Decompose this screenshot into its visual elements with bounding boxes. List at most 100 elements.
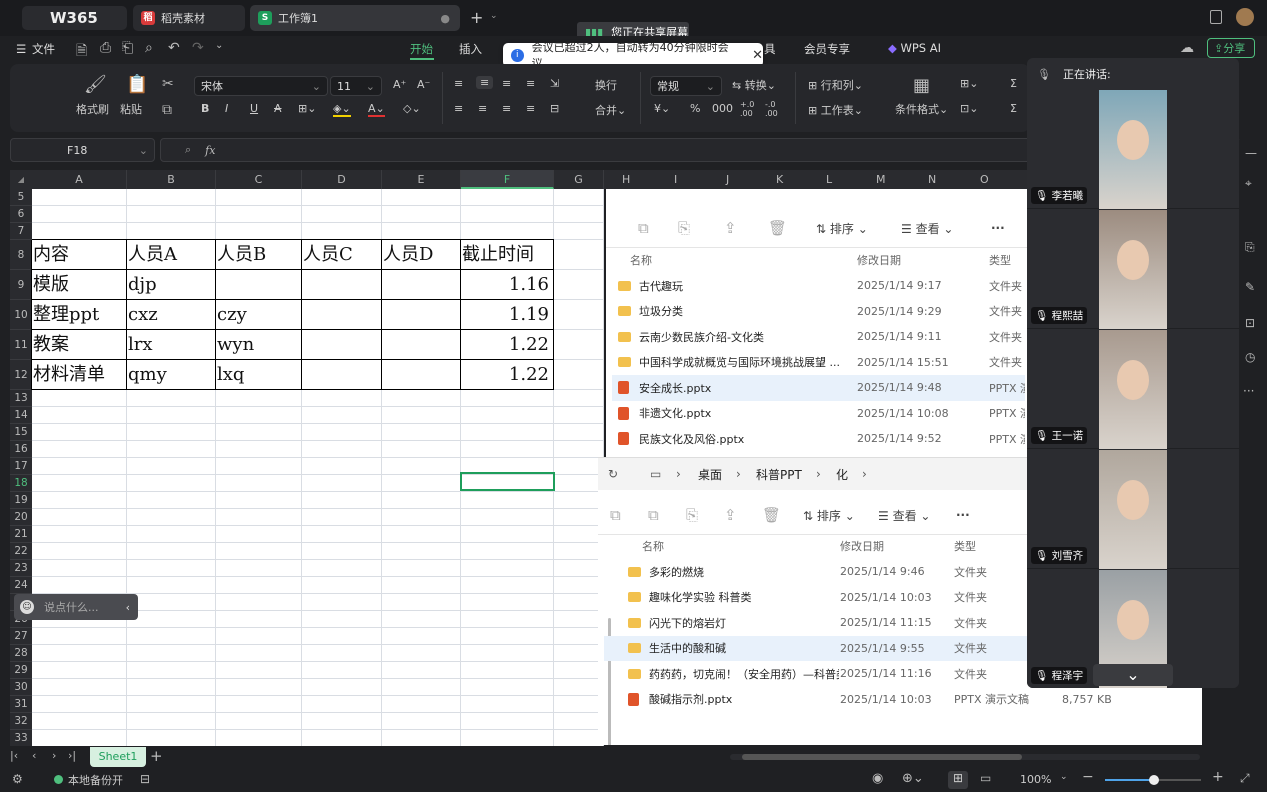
column-header[interactable]: E (382, 170, 461, 189)
share-icon[interactable]: ⇪ (724, 219, 737, 237)
tab-close-dot[interactable]: ● (440, 12, 450, 25)
cell[interactable]: lxq (217, 360, 297, 390)
last-sheet-icon[interactable]: ›| (68, 749, 76, 762)
rename-icon[interactable]: ⎘ (686, 506, 698, 524)
row-header[interactable]: 9 (10, 270, 32, 300)
column-header[interactable]: K (776, 173, 783, 186)
column-header[interactable]: A (32, 170, 127, 189)
thousands-icon[interactable]: 000 (712, 102, 733, 115)
convert-button[interactable]: ⇆ 转换⌄ (732, 77, 776, 93)
zoom-level[interactable]: 100% (1020, 773, 1051, 786)
cell[interactable]: wyn (217, 330, 297, 360)
cloud-upload-icon[interactable]: ☁ (1180, 40, 1194, 56)
clear-format-icon[interactable]: ◇⌄ (403, 102, 421, 115)
tab-list-chevron-icon[interactable]: ⌄ (490, 11, 498, 21)
active-cell-F18[interactable] (460, 472, 555, 491)
paste-button[interactable]: 粘贴 (120, 101, 142, 117)
file-row[interactable]: 垃圾分类 2025/1/14 9:29 文件夹 (612, 299, 1025, 325)
file-row[interactable]: 古代趣玩 2025/1/14 9:17 文件夹 (612, 273, 1025, 299)
share-icon[interactable]: ⇪ (724, 506, 737, 524)
select-icon[interactable]: ⌖ (1245, 176, 1252, 191)
align-right-icon[interactable]: ≡ (502, 102, 511, 115)
paste-icon[interactable]: 📋 (126, 74, 148, 95)
eye-protect-icon[interactable]: ◉ (872, 771, 883, 786)
row-header[interactable]: 30 (10, 679, 32, 696)
more-icon[interactable]: ··· (991, 221, 1005, 235)
row-header[interactable]: 33 (10, 730, 32, 746)
scroll-thumb[interactable] (742, 754, 1022, 760)
cell[interactable]: djp (128, 270, 211, 300)
filter-icon[interactable]: Σ (1010, 102, 1017, 115)
row-header[interactable]: 24 (10, 577, 32, 594)
more-chevron-icon[interactable]: ⌄ (215, 40, 223, 51)
chevron-left-icon[interactable]: ‹ (126, 601, 130, 614)
monitor-icon[interactable]: ▭ (650, 467, 661, 481)
cut-icon[interactable]: ✂ (162, 76, 174, 92)
focus-icon[interactable]: ⊕⌄ (902, 771, 924, 786)
share-button[interactable]: ⇪ 分享 (1207, 38, 1255, 58)
delete-icon[interactable]: 🗑 (762, 506, 781, 524)
view-button[interactable]: ☰ 查看 ⌄ (901, 220, 953, 237)
cell[interactable]: 整理ppt (33, 300, 122, 330)
zoom-slider[interactable] (1105, 775, 1201, 785)
horizontal-scrollbar[interactable] (730, 754, 1200, 760)
font-color-icon[interactable]: A⌄ (368, 102, 385, 117)
row-header[interactable]: 22 (10, 543, 32, 560)
cell[interactable]: 1.19 (462, 300, 549, 330)
copy-icon[interactable]: ⧉ (162, 102, 172, 118)
preview-icon[interactable]: ⌕ (145, 40, 153, 56)
history-icon[interactable]: ◷ (1245, 350, 1255, 364)
refresh-icon[interactable]: ↻ (608, 467, 618, 481)
cell[interactable]: 教案 (33, 330, 122, 360)
copy-icon[interactable]: ⧉ (638, 219, 649, 237)
column-header[interactable]: M (876, 173, 886, 186)
cell[interactable]: 1.22 (462, 330, 549, 360)
zoom-search-icon[interactable]: ⌕ (185, 143, 191, 157)
align-center-icon[interactable]: ≡ (478, 102, 487, 115)
more-icon[interactable]: ··· (1243, 384, 1254, 398)
indent-icon[interactable]: ≡ (526, 77, 535, 90)
fx-icon[interactable]: fx (205, 144, 215, 157)
col-date-header[interactable]: 修改日期 (857, 252, 901, 268)
participant-tile[interactable]: 🎙 李若曦 (1027, 90, 1239, 209)
conditional-format-icon[interactable]: ▦ (913, 75, 930, 96)
export-icon[interactable]: ⎙ (100, 40, 111, 56)
file-row[interactable]: 安全成长.pptx 2025/1/14 9:48 PPTX 演 (612, 375, 1025, 401)
row-header[interactable]: 15 (10, 424, 32, 441)
cell[interactable]: lrx (128, 330, 211, 360)
sheet-info-icon[interactable]: ⊟ (140, 772, 150, 786)
spreadsheet-grid[interactable]: ◢ A B C D E F G 5 6 7 8 9 10 11 12 13 14 15 16 17 18 1… (10, 170, 604, 746)
new-tab-button[interactable]: + (470, 8, 483, 27)
row-header[interactable]: 23 (10, 560, 32, 577)
column-header[interactable]: C (216, 170, 302, 189)
column-header[interactable]: B (127, 170, 216, 189)
row-header[interactable]: 20 (10, 509, 32, 526)
file-row[interactable]: 云南少数民族介绍-文化类 2025/1/14 9:11 文件夹 (612, 324, 1025, 350)
column-header[interactable]: D (302, 170, 382, 189)
align-top-icon[interactable]: ≡ (454, 77, 463, 90)
next-sheet-icon[interactable]: › (52, 749, 56, 762)
font-name-select[interactable]: 宋体 ⌄ (194, 76, 328, 96)
row-header[interactable]: 7 (10, 223, 32, 240)
redo-icon[interactable]: ↷ (192, 40, 204, 56)
normal-view-icon[interactable]: ⊞ (948, 771, 968, 789)
cut-icon[interactable]: ⧉ (610, 506, 621, 524)
cell[interactable]: 人员C (303, 240, 377, 270)
column-header[interactable]: G (554, 170, 604, 189)
col-type-header[interactable]: 类型 (989, 252, 1011, 268)
cell[interactable]: 1.22 (462, 360, 549, 390)
file-row[interactable]: 民族文化及风俗.pptx 2025/1/14 9:52 PPTX 演 (612, 426, 1025, 452)
increase-decimal-icon[interactable]: +.0.00 (740, 100, 754, 118)
sort-button[interactable]: ⇅ 排序 ⌄ (816, 220, 868, 237)
delete-icon[interactable]: 🗑 (768, 219, 787, 237)
row-header[interactable]: 31 (10, 696, 32, 713)
backup-status[interactable]: 本地备份开 (68, 772, 123, 788)
zoom-chevron-icon[interactable]: ⌄ (1060, 772, 1068, 782)
undo-icon[interactable]: ↶ (168, 40, 180, 56)
menu-vip[interactable]: 会员专享 (804, 41, 850, 57)
cell[interactable]: 内容 (33, 240, 122, 270)
zoom-out-icon[interactable]: − (1082, 769, 1094, 785)
italic-icon[interactable]: I (225, 102, 228, 115)
column-header[interactable]: I (674, 173, 677, 186)
sort-button[interactable]: ⇅ 排序 ⌄ (803, 507, 855, 524)
